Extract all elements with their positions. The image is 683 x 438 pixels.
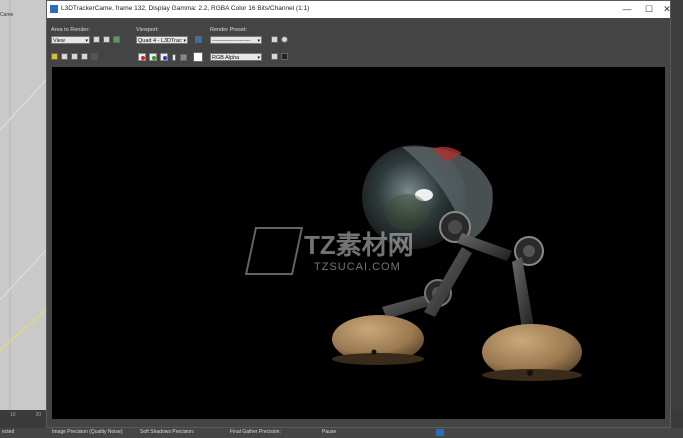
watermark-logo-icon <box>244 227 304 275</box>
save-image-icon[interactable] <box>51 53 58 60</box>
render-preset-label: Render Preset: <box>210 27 247 33</box>
background-viewport: Came <box>0 0 46 410</box>
viewport-select[interactable]: Quad 4 - L3DTrac ▾ <box>136 36 188 44</box>
render-setup-icon[interactable] <box>271 36 278 43</box>
ruler-tick: 20 <box>35 412 42 418</box>
chevron-down-icon: ▾ <box>85 38 88 44</box>
lock-viewport-icon[interactable] <box>195 36 202 43</box>
channel-select[interactable]: RGB Alpha ▾ <box>210 53 262 61</box>
lock-icon[interactable] <box>113 36 120 43</box>
red-channel-toggle[interactable] <box>138 53 146 61</box>
color-swatch[interactable] <box>193 52 203 62</box>
chevron-down-icon: ▾ <box>257 55 260 61</box>
chevron-down-icon: ▾ <box>257 38 260 44</box>
mono-icon[interactable] <box>180 54 187 61</box>
alpha-channel-icon[interactable] <box>172 54 176 61</box>
clear-icon[interactable] <box>91 53 98 60</box>
blue-channel-toggle[interactable] <box>160 53 168 61</box>
chevron-down-icon: ▾ <box>183 38 186 44</box>
title-bar[interactable]: L3DTrackerCame, frame 132, Display Gamma… <box>47 1 671 18</box>
window-title: L3DTrackerCame, frame 132, Display Gamma… <box>61 5 310 12</box>
watermark-brand: TZ素材网 <box>304 230 414 260</box>
pause-label: Pause <box>322 429 337 435</box>
copy-image-icon[interactable] <box>61 53 68 60</box>
area-to-render-select[interactable]: View ▾ <box>51 36 90 44</box>
watermark-url: TZSUCAI.COM <box>314 261 401 273</box>
render-controls: Area to Render: View ▾ Viewport: Quad 4 -… <box>47 18 670 66</box>
final-gather-label: Final Gather Precision: <box>230 429 281 435</box>
print-image-icon[interactable] <box>81 53 88 60</box>
toggle-ui-icon[interactable] <box>281 53 288 60</box>
background-right-panel <box>671 0 683 410</box>
maximize-button[interactable]: ☐ <box>639 3 659 15</box>
render-preset-select[interactable]: --------------------- ▾ <box>210 36 262 44</box>
close-button[interactable]: ✕ <box>657 3 677 15</box>
edit-region-icon[interactable] <box>93 36 100 43</box>
toggle-ui-overlay-icon[interactable] <box>271 53 278 60</box>
green-channel-toggle[interactable] <box>149 53 157 61</box>
key-mode-icon[interactable] <box>436 429 444 436</box>
status-left-text: ected <box>2 429 15 435</box>
app-icon <box>50 5 58 13</box>
render-canvas: TZ素材网 TZSUCAI.COM <box>52 67 665 419</box>
environment-icon[interactable] <box>281 36 288 43</box>
minimize-button[interactable]: — <box>617 3 637 15</box>
image-precision-label: Image Precision (Quality Noise): <box>52 429 124 435</box>
viewport-label: Viewport: <box>136 27 159 33</box>
ruler-tick: 10 <box>10 412 16 418</box>
viewport-wireframe <box>0 0 46 410</box>
auto-region-icon[interactable] <box>103 36 110 43</box>
rendered-frame-window: L3DTrackerCame, frame 132, Display Gamma… <box>46 0 671 428</box>
viewport-label: Came <box>0 12 14 18</box>
status-bar: ected Image Precision (Quality Noise): S… <box>0 428 683 438</box>
clone-frame-icon[interactable] <box>71 53 78 60</box>
soft-shadows-label: Soft Shadows Precision: <box>140 429 195 435</box>
area-to-render-label: Area to Render: <box>51 27 90 33</box>
